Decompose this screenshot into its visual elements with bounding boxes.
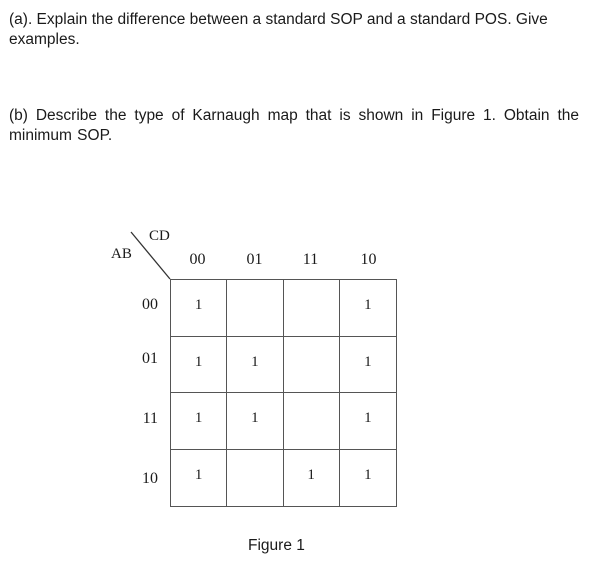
kmap-row-label: 00 — [142, 296, 158, 313]
kmap-cell: 1 — [171, 449, 228, 506]
kmap-cell: 1 — [171, 280, 228, 337]
kmap-cell: 1 — [171, 336, 228, 393]
kmap-cell: 1 — [364, 467, 372, 484]
kmap-cell: 1 — [284, 449, 340, 506]
kmap-col-label: 00 — [189, 251, 206, 268]
kmap-cell — [283, 336, 340, 393]
kmap-cell — [227, 280, 284, 337]
kmap-row-variable: AB — [111, 246, 132, 262]
kmap-cell — [227, 449, 284, 506]
kmap-col-label: 01 — [246, 251, 263, 268]
kmap-cell — [283, 393, 340, 450]
kmap-cell — [283, 280, 340, 337]
kmap-row-label: 01 — [142, 350, 158, 367]
kmap-cell: 1 — [339, 280, 396, 337]
question-a: (a). Explain the difference between a st… — [9, 11, 548, 48]
kmap-cell: 1 — [339, 393, 396, 450]
figure-caption: Figure 1 — [248, 537, 305, 554]
kmap-cell: 1 — [227, 336, 284, 393]
kmap-col-label: 11 — [302, 251, 319, 268]
kmap-cell: 1 — [339, 337, 396, 393]
kmap-row-label: 10 — [142, 470, 158, 487]
kmap-cell: 1 — [227, 393, 284, 450]
kmap-grid: 1 1 1 1 1 1 1 1 1 1 1 — [170, 279, 397, 507]
question-b: (b) Describe the type of Karnaugh map th… — [9, 107, 579, 144]
kmap-cell: 1 — [171, 393, 228, 450]
kmap-col-label: 10 — [360, 251, 377, 268]
kmap-col-variable: CD — [149, 228, 170, 244]
kmap-row-label: 11 — [142, 410, 158, 427]
